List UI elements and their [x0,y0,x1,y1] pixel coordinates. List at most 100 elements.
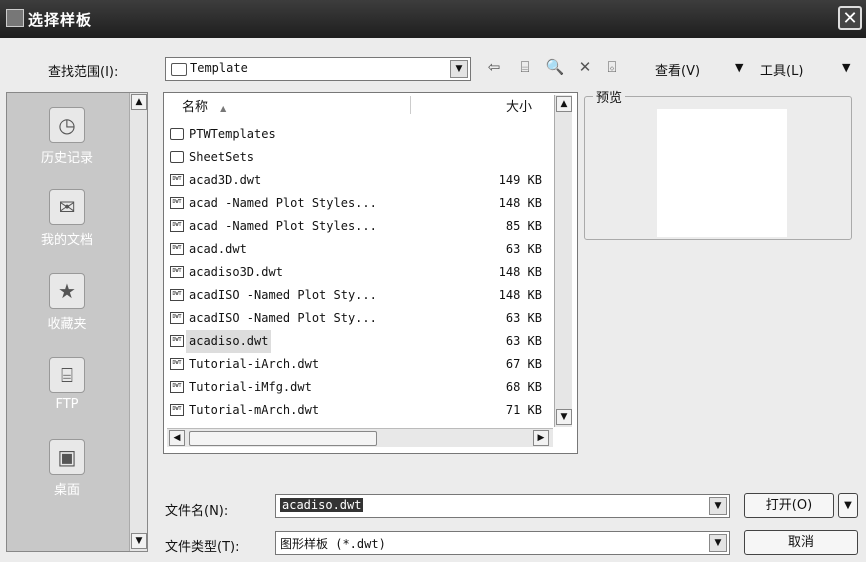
file-row[interactable]: DWT acad -Named Plot Styles... 85 KB [170,215,570,238]
filetype-combo[interactable]: 图形样板 (*.dwt) ▼ [275,531,730,555]
file-row-selected[interactable]: DWT acadiso.dwt 63 KB [170,330,570,353]
column-header-size[interactable]: 大小 [506,96,532,118]
file-size: 148 KB [498,265,542,279]
file-size: 148 KB [498,288,542,302]
file-name: Tutorial-iMfg.dwt [189,380,312,394]
scroll-thumb[interactable] [189,431,377,446]
file-row[interactable]: DWT Tutorial-iMfg.dwt 68 KB [170,376,570,399]
folder-icon [170,128,184,140]
lookin-dropdown-button[interactable]: ▼ [450,60,468,78]
file-row[interactable]: DWT acadISO -Named Plot Sty... 63 KB [170,307,570,330]
file-row[interactable]: DWT acadISO -Named Plot Sty... 148 KB [170,284,570,307]
preview-image [657,109,787,237]
file-row[interactable]: DWT acad3D.dwt 149 KB [170,169,570,192]
place-label: 收藏夹 [47,317,87,332]
my-documents-icon: ✉ [49,189,85,225]
file-size: 63 KB [505,311,542,325]
place-favorites[interactable]: ★ 收藏夹 [7,273,127,332]
ftp-icon: ⌸ [49,357,85,393]
places-bar: ◷ 历史记录 ✉ 我的文档 ★ 收藏夹 ⌸ FTP ▣ 桌面 ▲ ▼ [6,92,148,552]
place-my-documents[interactable]: ✉ 我的文档 [7,189,127,248]
file-row[interactable]: DWT acad.dwt 63 KB [170,238,570,261]
place-label: 历史记录 [40,151,93,166]
file-name: acadISO -Named Plot Sty... [189,311,377,325]
file-size: 63 KB [505,334,542,348]
file-size: 148 KB [498,196,542,210]
place-ftp[interactable]: ⌸ FTP [7,357,127,412]
file-list[interactable]: 名称 ▲ 大小 PTWTemplates SheetSets DWT acad3D.d… [163,92,578,454]
place-desktop[interactable]: ▣ 桌面 [7,439,127,498]
file-list-vscrollbar[interactable]: ▲ ▼ [554,95,572,427]
dwt-file-icon: DWT [170,404,184,416]
cancel-button[interactable]: 取消 [744,530,858,555]
dwt-file-icon: DWT [170,335,184,347]
scroll-right-button[interactable]: ▶ [533,430,549,446]
favorites-icon: ★ [49,273,85,309]
file-name: acadiso3D.dwt [189,265,283,279]
lookin-combo[interactable]: Template ▼ [165,57,471,81]
scroll-down-button[interactable]: ▼ [556,409,572,425]
filename-dropdown-button[interactable]: ▼ [709,497,727,515]
folder-icon [170,151,184,163]
file-name: PTWTemplates [189,127,276,141]
dwt-file-icon: DWT [170,289,184,301]
open-options-button[interactable]: ▼ [838,493,858,518]
dwt-file-icon: DWT [170,381,184,393]
file-row[interactable]: DWT Tutorial-mArch.dwt 71 KB [170,399,570,422]
file-name: acad3D.dwt [189,173,262,187]
dwt-file-icon: DWT [170,197,184,209]
history-icon: ◷ [49,107,85,143]
window-icon [6,9,24,27]
scroll-up-button[interactable]: ▲ [556,96,572,112]
scroll-up-button[interactable]: ▲ [131,94,147,110]
window-title: 选择样板 [28,11,93,29]
header-divider [410,96,411,114]
tools-menu[interactable]: 工具(L) [760,60,803,79]
filetype-dropdown-button[interactable]: ▼ [709,534,727,552]
scroll-left-button[interactable]: ◀ [169,430,185,446]
views-menu[interactable]: 查看(V) [655,60,700,79]
file-name: Tutorial-mArch.dwt [189,403,320,417]
dwt-file-icon: DWT [170,220,184,232]
file-name: SheetSets [189,150,255,164]
close-button[interactable]: ✕ [838,6,862,30]
file-row[interactable]: DWT acad -Named Plot Styles... 148 KB [170,192,570,215]
file-size: 71 KB [505,403,542,417]
filetype-value: 图形样板 (*.dwt) [280,537,386,551]
lookin-value: Template [190,61,248,75]
file-row[interactable]: SheetSets [170,146,570,169]
file-row[interactable]: PTWTemplates [170,123,570,146]
new-folder-icon[interactable]: ⌺ [601,58,623,76]
file-size: 68 KB [505,380,542,394]
dwt-file-icon: DWT [170,312,184,324]
place-history[interactable]: ◷ 历史记录 [7,107,127,166]
desktop-icon: ▣ [49,439,85,475]
sort-ascending-icon: ▲ [220,104,227,113]
file-size: 149 KB [498,173,542,187]
file-name: Tutorial-iArch.dwt [189,357,320,371]
open-button[interactable]: 打开(O) [744,493,834,518]
filename-label: 文件名(N): [165,504,229,519]
filename-input[interactable]: acadiso.dwt ▼ [275,494,730,518]
search-web-icon[interactable]: 🔍 [544,58,566,76]
delete-icon[interactable]: ✕ [574,58,596,76]
places-scrollbar[interactable]: ▲ ▼ [129,93,147,551]
preview-title: 预览 [593,87,626,106]
dwt-file-icon: DWT [170,243,184,255]
file-size: 63 KB [505,242,542,256]
file-row[interactable]: DWT acadiso3D.dwt 148 KB [170,261,570,284]
up-folder-icon[interactable]: ⌸ [514,58,536,76]
file-row[interactable]: DWT Tutorial-iArch.dwt 67 KB [170,353,570,376]
dwt-file-icon: DWT [170,174,184,186]
file-size: 85 KB [505,219,542,233]
file-name: acadiso.dwt [186,330,272,353]
file-list-hscrollbar[interactable]: ◀ ▶ [167,428,553,447]
views-dropdown-icon[interactable]: ▼ [735,61,743,74]
column-header-name[interactable]: 名称 ▲ [182,96,226,118]
scroll-down-button[interactable]: ▼ [131,533,147,549]
tools-dropdown-icon[interactable]: ▼ [842,61,850,74]
back-icon[interactable]: ⇦ [483,58,505,76]
folder-icon [171,63,187,76]
place-label: FTP [55,397,79,412]
filetype-label: 文件类型(T): [165,540,240,555]
